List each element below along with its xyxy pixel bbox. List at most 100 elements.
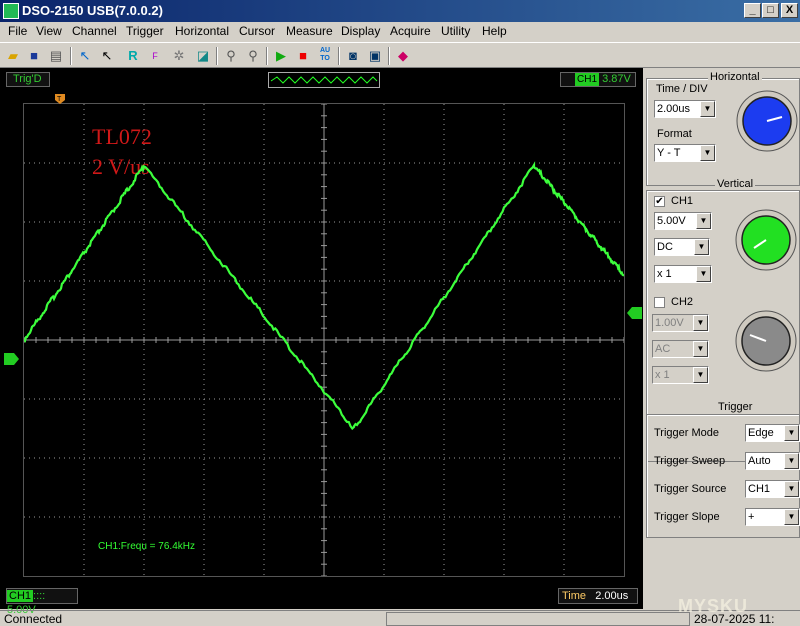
ch1-volts-knob[interactable] bbox=[734, 208, 800, 274]
trigger-level-marker[interactable] bbox=[626, 306, 644, 320]
layout-icon[interactable]: ▣ bbox=[366, 47, 384, 65]
trigger-mode-select[interactable]: Edge ▼ bbox=[745, 424, 800, 442]
settings-icon[interactable]: ✲ bbox=[170, 47, 188, 65]
chevron-down-icon: ▼ bbox=[696, 266, 711, 282]
chevron-down-icon: ▼ bbox=[696, 213, 711, 229]
ch2-volts-value: 1.00V bbox=[655, 317, 684, 329]
window-title: DSO-2150 USB(7.0.0.2) bbox=[22, 3, 163, 18]
ch2-volts-knob[interactable] bbox=[734, 309, 800, 375]
ch1-ground-marker-arrow bbox=[4, 353, 19, 365]
format-value: Y - T bbox=[657, 147, 681, 159]
chevron-down-icon: ▼ bbox=[784, 425, 799, 441]
waveform-svg: TL072 2 V/us CH1:Frequ = 76.4kHz bbox=[23, 103, 625, 577]
memory-overview[interactable] bbox=[268, 72, 380, 88]
r-icon[interactable]: R bbox=[124, 47, 142, 65]
title-bar: DSO-2150 USB(7.0.0.2) _ □ X bbox=[0, 0, 800, 22]
horizontal-title: Horizontal bbox=[708, 71, 762, 83]
menu-view[interactable]: View bbox=[36, 24, 62, 38]
trigger-sweep-label: Trigger Sweep bbox=[654, 455, 726, 467]
toolbar-separator bbox=[388, 47, 390, 65]
trigger-mode-value: Edge bbox=[748, 427, 774, 439]
menu-trigger[interactable]: Trigger bbox=[126, 24, 164, 38]
overlay-title: TL072 bbox=[92, 124, 152, 149]
menu-channel[interactable]: Channel bbox=[72, 24, 117, 38]
trigger-source-value: CH1 bbox=[748, 483, 771, 495]
ch1-scale-readout: CH1:::: 5.00V bbox=[6, 588, 78, 616]
ch1-probe-select[interactable]: x 1 ▼ bbox=[654, 265, 712, 283]
trigger-slope-label: Trigger Slope bbox=[654, 511, 720, 523]
trigger-source-select[interactable]: CH1 ▼ bbox=[745, 480, 800, 498]
auto-icon[interactable]: AU TO bbox=[316, 47, 334, 65]
chevron-down-icon: ▼ bbox=[693, 341, 708, 357]
zoom-out-icon[interactable]: ⚲ bbox=[244, 47, 262, 65]
open-icon[interactable]: ▰ bbox=[4, 47, 22, 65]
time-div-value: 2.00us bbox=[657, 103, 691, 115]
menu-cursor[interactable]: Cursor bbox=[239, 24, 275, 38]
toolbar-separator bbox=[216, 47, 218, 65]
print-icon[interactable]: ▤ bbox=[47, 47, 65, 65]
menu-file[interactable]: File bbox=[8, 24, 27, 38]
toolbar: ▰ ■ ▤ ↖ ↖ R F ✲ ◪ ⚲ ⚲ ▶ ■ AU TO ◙ ▣ ◆ bbox=[0, 42, 800, 68]
ch1-volts-value: 5.00V bbox=[657, 215, 686, 227]
menu-acquire[interactable]: Acquire bbox=[390, 24, 431, 38]
chevron-down-icon: ▼ bbox=[700, 145, 715, 161]
ch2-volts-select[interactable]: 1.00V ▼ bbox=[652, 314, 709, 332]
minimize-button[interactable]: _ bbox=[744, 3, 761, 18]
chevron-down-icon: ▼ bbox=[693, 315, 708, 331]
trigger-slope-select[interactable]: + ▼ bbox=[745, 508, 800, 526]
menu-utility[interactable]: Utility bbox=[441, 24, 470, 38]
zoom-in-icon[interactable]: ⚲ bbox=[222, 47, 240, 65]
save-icon[interactable]: ■ bbox=[25, 47, 43, 65]
calibrate-icon[interactable]: ◪ bbox=[194, 47, 212, 65]
close-button[interactable]: X bbox=[781, 3, 798, 18]
marker-strip-top: T bbox=[55, 94, 65, 104]
menu-help[interactable]: Help bbox=[482, 24, 507, 38]
connection-status: Connected bbox=[4, 612, 63, 626]
ch1-checkbox[interactable]: ✔ bbox=[654, 196, 665, 207]
ch1-ground-marker[interactable] bbox=[4, 352, 22, 366]
trigger-source-label: Trigger Source bbox=[654, 483, 727, 495]
format-label: Format bbox=[657, 128, 692, 140]
toolbar-separator bbox=[266, 47, 268, 65]
time-div-select[interactable]: 2.00us ▼ bbox=[654, 100, 716, 118]
timebase-knob[interactable] bbox=[736, 90, 800, 154]
ch2-coupling-select[interactable]: AC ▼ bbox=[652, 340, 709, 358]
menu-measure[interactable]: Measure bbox=[286, 24, 333, 38]
pointer-icon[interactable]: ↖ bbox=[76, 47, 94, 65]
format-select[interactable]: Y - T ▼ bbox=[654, 144, 716, 162]
chevron-down-icon: ▼ bbox=[784, 481, 799, 497]
ch2-coupling-value: AC bbox=[655, 343, 671, 355]
ch2-probe-value: x 1 bbox=[655, 369, 670, 381]
fft-icon[interactable]: F bbox=[146, 47, 164, 65]
memory-overview-wave bbox=[270, 76, 378, 84]
ch1-volts-select[interactable]: 5.00V ▼ bbox=[654, 212, 712, 230]
trigger-position-marker-label: T bbox=[57, 96, 62, 103]
snapshot-icon[interactable]: ◙ bbox=[344, 47, 362, 65]
trigger-readout: CH1 3.87V bbox=[560, 72, 636, 87]
chevron-down-icon: ▼ bbox=[700, 101, 715, 117]
ch1-probe-value: x 1 bbox=[657, 268, 672, 280]
timebase-label: Time bbox=[562, 590, 587, 602]
time-div-label: Time / DIV bbox=[656, 83, 708, 95]
trigger-mode-label: Trigger Mode bbox=[654, 427, 720, 439]
trigger-sweep-select[interactable]: Auto ▼ bbox=[745, 452, 800, 470]
stop-icon[interactable]: ■ bbox=[294, 47, 312, 65]
maximize-button[interactable]: □ bbox=[762, 3, 779, 18]
ch2-checkbox[interactable] bbox=[654, 297, 665, 308]
book-icon[interactable]: ◆ bbox=[394, 47, 412, 65]
ch2-probe-select[interactable]: x 1 ▼ bbox=[652, 366, 709, 384]
ch1-coupling-value: DC bbox=[657, 241, 673, 253]
trigger-status-label: Trig'D bbox=[6, 72, 50, 87]
trigger-channel-badge: CH1 bbox=[575, 73, 600, 86]
menu-horizontal[interactable]: Horizontal bbox=[175, 24, 229, 38]
vertical-title: Vertical bbox=[715, 178, 756, 190]
menu-display[interactable]: Display bbox=[341, 24, 380, 38]
waveform-plot[interactable]: TL072 2 V/us CH1:Frequ = 76.4kHz bbox=[23, 103, 625, 577]
run-icon[interactable]: ▶ bbox=[272, 47, 290, 65]
toolbar-separator bbox=[338, 47, 340, 65]
select-icon[interactable]: ↖ bbox=[98, 47, 116, 65]
toolbar-separator bbox=[70, 47, 72, 65]
trigger-title: Trigger bbox=[716, 401, 755, 413]
ch1-coupling-select[interactable]: DC ▼ bbox=[654, 238, 710, 256]
ch1-badge: CH1 bbox=[7, 590, 34, 602]
